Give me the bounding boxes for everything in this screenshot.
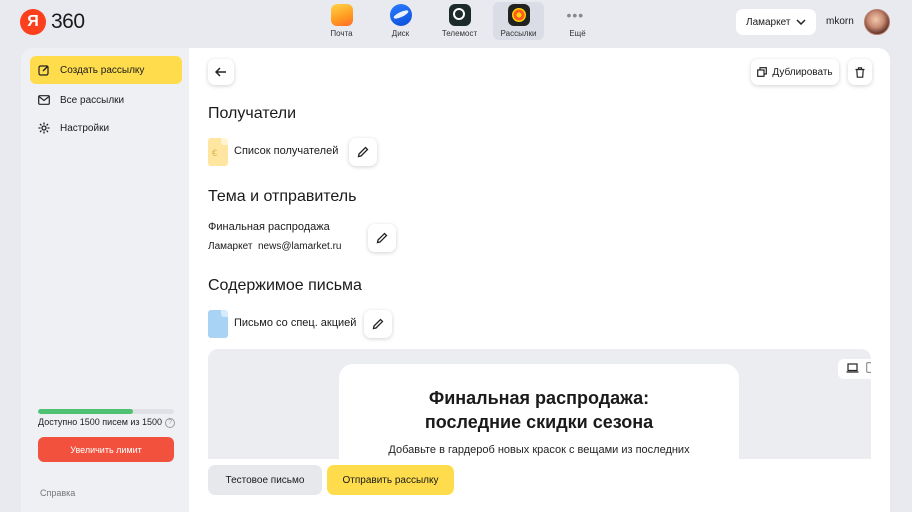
sidebar-item-label: Настройки bbox=[60, 122, 110, 134]
create-mailing-button[interactable]: Создать рассылку bbox=[30, 56, 182, 84]
limit-text-value: Доступно 1500 писем из 1500 bbox=[38, 417, 163, 427]
organization-select[interactable]: Ламаркет bbox=[736, 9, 816, 35]
edit-square-icon bbox=[38, 64, 50, 76]
letter-doc-icon bbox=[208, 310, 228, 338]
desktop-icon[interactable] bbox=[846, 362, 859, 376]
create-mailing-label: Создать рассылку bbox=[60, 64, 145, 76]
logo-text: 360 bbox=[51, 10, 85, 33]
sidebar: Создать рассылку Все рассылки Настройки … bbox=[21, 48, 189, 512]
increase-limit-button[interactable]: Увеличить лимит bbox=[38, 437, 174, 462]
pencil-icon bbox=[372, 318, 384, 330]
duplicate-label: Дублировать bbox=[772, 66, 833, 78]
top-bar: Я 360 Почта Диск Телемост Рассылки ••• Е… bbox=[0, 0, 912, 46]
app-label: Диск bbox=[391, 29, 410, 38]
edit-subject-button[interactable] bbox=[368, 224, 396, 252]
pencil-icon bbox=[376, 232, 388, 244]
subject-text: Финальная распродажа bbox=[208, 221, 330, 233]
app-label: Телемост bbox=[441, 29, 478, 38]
organization-name: Ламаркет bbox=[746, 16, 791, 28]
sidebar-item-all-mailings[interactable]: Все рассылки bbox=[30, 86, 182, 114]
pencil-icon bbox=[357, 146, 369, 158]
letter-title-line1: Финальная распродажа: bbox=[428, 388, 650, 408]
more-dots-icon: ••• bbox=[566, 7, 585, 23]
info-icon[interactable]: ? bbox=[165, 417, 176, 428]
letter-subtitle: Добавьте в гардероб новых красок с вещам… bbox=[388, 444, 690, 456]
copy-icon bbox=[757, 67, 768, 77]
subject-sender-heading: Тема и отправитель bbox=[208, 188, 357, 205]
limit-progress-fill bbox=[38, 409, 134, 414]
chevron-down-icon bbox=[796, 19, 806, 25]
mail-icon bbox=[330, 4, 353, 26]
letter-doc-name: Письмо со спец. акцией bbox=[234, 317, 357, 329]
app-label: Рассылки bbox=[500, 29, 537, 38]
yandex-logo-icon: Я bbox=[20, 9, 46, 35]
app-telemost[interactable]: Телемост bbox=[434, 2, 485, 40]
help-link[interactable]: Справка bbox=[40, 488, 75, 498]
sender-info: Ламаркет news@lamarket.ru bbox=[208, 241, 342, 252]
mobile-icon[interactable] bbox=[865, 362, 871, 376]
limit-text: Доступно 1500 писем из 1500? bbox=[38, 417, 176, 428]
avatar[interactable] bbox=[864, 9, 890, 35]
back-button[interactable] bbox=[208, 59, 234, 85]
trash-icon bbox=[855, 66, 865, 78]
content-heading: Содержимое письма bbox=[208, 277, 362, 294]
test-letter-button[interactable]: Тестовое письмо bbox=[208, 465, 322, 495]
duplicate-button[interactable]: Дублировать bbox=[751, 59, 839, 85]
edit-recipients-button[interactable] bbox=[349, 138, 377, 166]
sender-email: news@lamarket.ru bbox=[257, 241, 342, 252]
sidebar-item-label: Все рассылки bbox=[60, 94, 125, 106]
recipients-list-icon bbox=[208, 138, 228, 166]
delete-button[interactable] bbox=[848, 59, 872, 85]
app-switcher: Почта Диск Телемост Рассылки ••• Ещё bbox=[316, 2, 611, 40]
envelope-icon bbox=[38, 94, 50, 106]
disk-icon bbox=[389, 4, 412, 26]
send-mailing-button[interactable]: Отправить рассылку bbox=[327, 465, 454, 495]
sidebar-item-settings[interactable]: Настройки bbox=[30, 114, 182, 142]
app-label: Ещё bbox=[569, 29, 586, 38]
telemost-icon bbox=[448, 4, 471, 26]
edit-content-button[interactable] bbox=[364, 310, 392, 338]
letter-title-line2: последние скидки сезона bbox=[424, 412, 654, 432]
app-more[interactable]: ••• Ещё bbox=[552, 2, 603, 40]
letter-preview: Финальная распродажа: последние скидки с… bbox=[208, 349, 871, 459]
recipients-heading: Получатели bbox=[208, 105, 297, 122]
app-mail[interactable]: Почта bbox=[316, 2, 367, 40]
limit-progress-bar bbox=[38, 409, 174, 414]
device-toggle bbox=[838, 359, 871, 379]
gear-icon bbox=[38, 122, 50, 134]
rassylki-icon bbox=[507, 4, 530, 26]
main-panel: Дублировать Получатели Список получателе… bbox=[189, 48, 890, 512]
app-rassylki[interactable]: Рассылки bbox=[493, 2, 544, 40]
recipients-list-name: Список получателей bbox=[234, 145, 339, 157]
mail-limit-panel: Доступно 1500 писем из 1500? Увеличить л… bbox=[30, 400, 182, 470]
sender-name: Ламаркет bbox=[208, 241, 253, 252]
app-label: Почта bbox=[330, 29, 353, 38]
username: mkorn bbox=[826, 16, 854, 27]
arrow-left-icon bbox=[215, 67, 226, 77]
yandex-360-logo[interactable]: Я 360 bbox=[20, 9, 85, 35]
letter-title: Финальная распродажа: последние скидки с… bbox=[339, 386, 739, 434]
letter-card: Финальная распродажа: последние скидки с… bbox=[339, 364, 739, 459]
app-disk[interactable]: Диск bbox=[375, 2, 426, 40]
action-bar: Тестовое письмо Отправить рассылку bbox=[189, 459, 890, 512]
